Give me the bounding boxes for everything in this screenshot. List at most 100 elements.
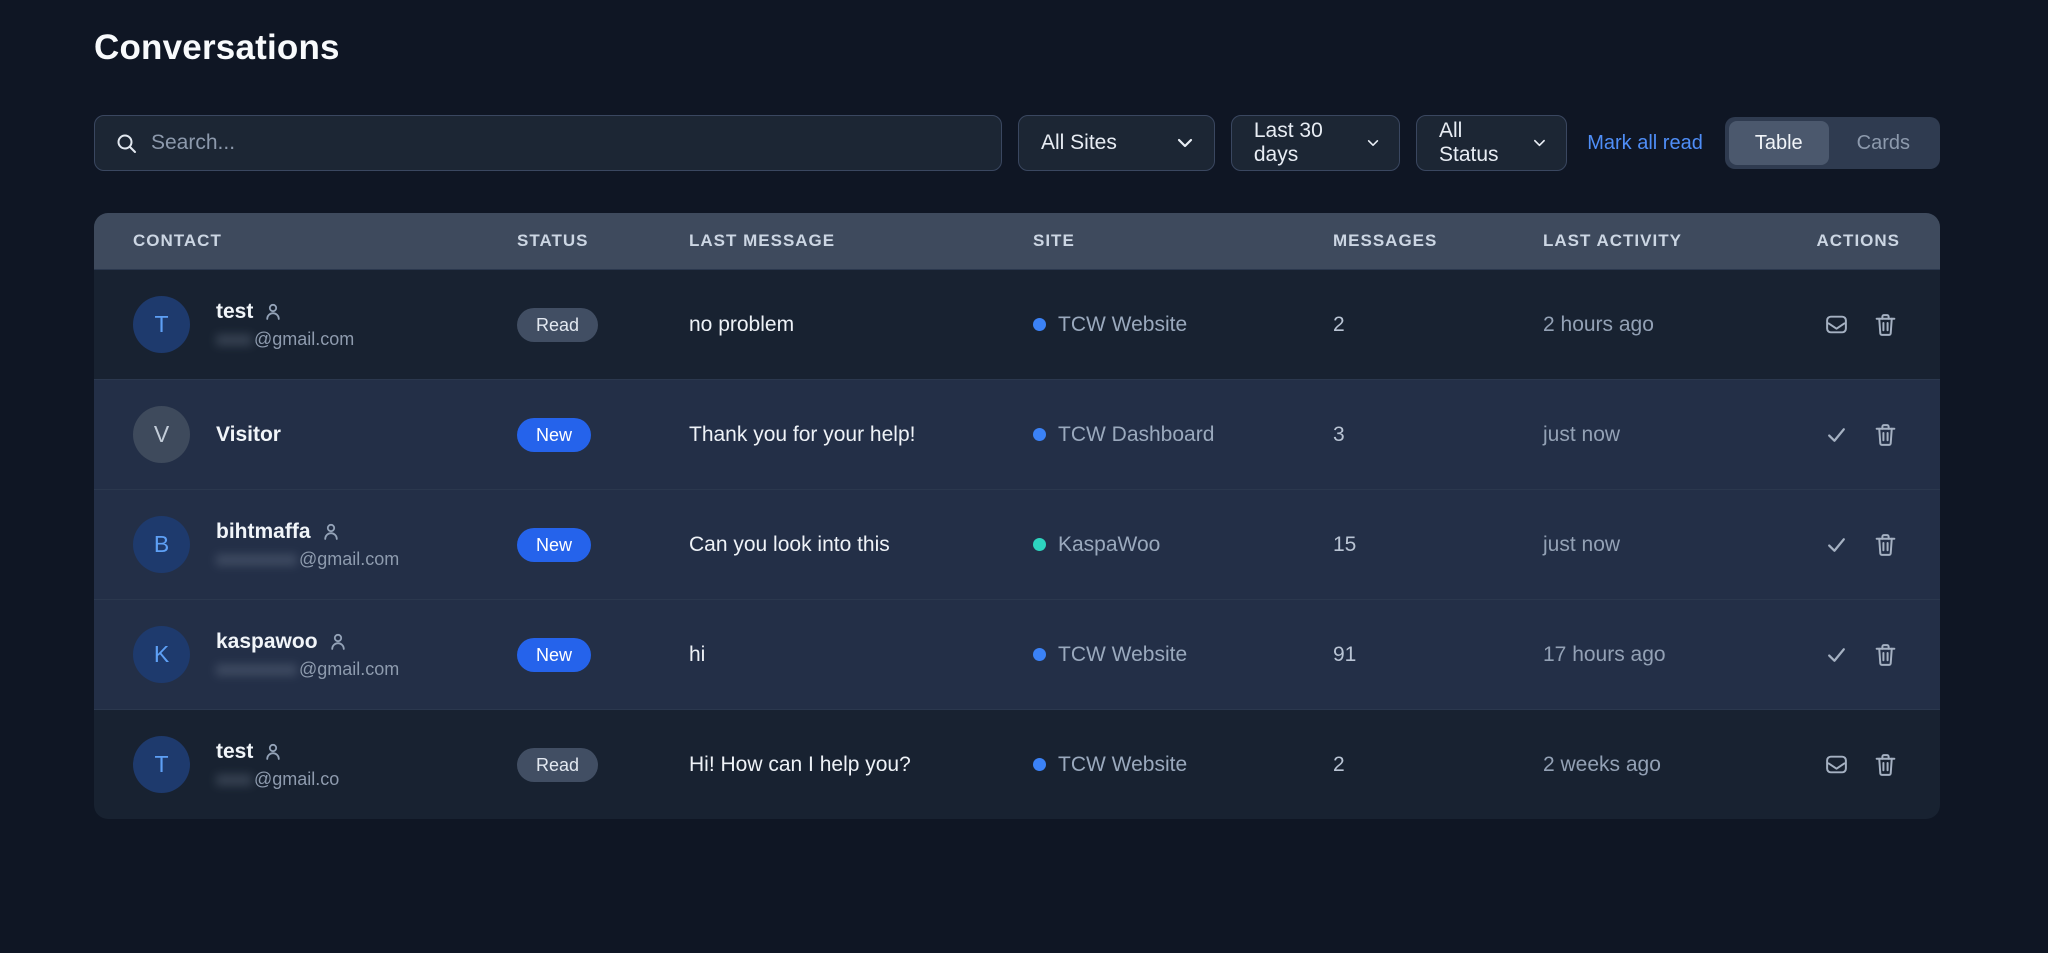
last-message: Can you look into this — [689, 533, 1033, 557]
last-activity: just now — [1543, 533, 1791, 557]
contact-name: kaspawoo — [216, 630, 318, 654]
sites-filter-dropdown[interactable]: All Sites — [1018, 115, 1215, 171]
mark-all-read-link[interactable]: Mark all read — [1583, 132, 1709, 155]
site-name: TCW Dashboard — [1058, 423, 1214, 447]
message-count: 2 — [1333, 313, 1543, 337]
person-icon — [263, 742, 283, 762]
email-domain: @gmail.co — [254, 769, 339, 790]
table-row[interactable]: B bihtmaffa xxxxxxxxx@gmail.com New Can … — [94, 489, 1940, 599]
email-redacted: xxxxxxxxx — [216, 659, 297, 680]
chevron-down-icon — [1174, 132, 1196, 154]
site-name: TCW Website — [1058, 753, 1187, 777]
chevron-down-icon — [1365, 132, 1381, 154]
avatar: T — [133, 296, 190, 353]
message-count: 3 — [1333, 423, 1543, 447]
delete-button[interactable] — [1871, 310, 1900, 339]
last-activity: 2 hours ago — [1543, 313, 1791, 337]
mark-read-button[interactable] — [1822, 420, 1851, 449]
last-message: Thank you for your help! — [689, 423, 1033, 447]
email-domain: @gmail.com — [299, 659, 399, 680]
contact-email: xxxxxxxxx@gmail.com — [216, 659, 399, 680]
email-redacted: xxxx — [216, 769, 252, 790]
person-icon — [263, 302, 283, 322]
date-filter-value: Last 30 days — [1254, 119, 1341, 167]
delete-button[interactable] — [1871, 640, 1900, 669]
contact-name: Visitor — [216, 423, 281, 447]
person-icon — [328, 632, 348, 652]
mark-read-button[interactable] — [1822, 530, 1851, 559]
contact-email: xxxx@gmail.co — [216, 769, 339, 790]
contact-email: xxxx@gmail.com — [216, 329, 354, 350]
avatar-initial: V — [154, 421, 169, 448]
site-status-dot — [1033, 538, 1046, 551]
table-row[interactable]: K kaspawoo xxxxxxxxx@gmail.com New hi TC… — [94, 599, 1940, 709]
column-header-actions: Actions — [1791, 231, 1900, 251]
column-header-contact: Contact — [133, 231, 517, 251]
contact-name: test — [216, 740, 253, 764]
site-status-dot — [1033, 648, 1046, 661]
mark-read-button[interactable] — [1822, 640, 1851, 669]
table-row[interactable]: T test xxxx@gmail.co Read Hi! How can I … — [94, 709, 1940, 819]
site-status-dot — [1033, 428, 1046, 441]
column-header-status: Status — [517, 231, 689, 251]
conversations-table: Contact Status Last Message Site Message… — [94, 213, 1940, 819]
site-name: TCW Website — [1058, 313, 1187, 337]
status-badge: New — [517, 418, 591, 452]
column-header-last-activity: Last Activity — [1543, 231, 1791, 251]
search-input[interactable] — [151, 131, 981, 155]
avatar-initial: T — [154, 311, 168, 338]
status-badge: New — [517, 638, 591, 672]
last-activity: 2 weeks ago — [1543, 753, 1791, 777]
site-status-dot — [1033, 758, 1046, 771]
last-message: hi — [689, 643, 1033, 667]
avatar-initial: B — [154, 531, 169, 558]
table-row[interactable]: T test xxxx@gmail.com Read no problem TC… — [94, 269, 1940, 379]
contact-name: test — [216, 300, 253, 324]
conversations-page: Conversations All Sites Last 30 days All… — [0, 0, 2048, 953]
date-filter-dropdown[interactable]: Last 30 days — [1231, 115, 1400, 171]
column-header-messages: Messages — [1333, 231, 1543, 251]
search-icon — [115, 132, 137, 154]
email-redacted: xxxx — [216, 329, 252, 350]
column-header-site: Site — [1033, 231, 1333, 251]
view-toggle: Table Cards — [1725, 117, 1940, 169]
delete-button[interactable] — [1871, 530, 1900, 559]
status-badge: Read — [517, 748, 598, 782]
status-filter-dropdown[interactable]: All Status — [1416, 115, 1567, 171]
last-activity: 17 hours ago — [1543, 643, 1791, 667]
email-redacted: xxxxxxxxx — [216, 549, 297, 570]
mark-unread-button[interactable] — [1822, 310, 1851, 339]
message-count: 2 — [1333, 753, 1543, 777]
status-badge: New — [517, 528, 591, 562]
site-status-dot — [1033, 318, 1046, 331]
table-view-button[interactable]: Table — [1729, 121, 1829, 165]
person-icon — [321, 522, 341, 542]
status-badge: Read — [517, 308, 598, 342]
avatar: T — [133, 736, 190, 793]
site-name: TCW Website — [1058, 643, 1187, 667]
last-message: Hi! How can I help you? — [689, 753, 1033, 777]
site-name: KaspaWoo — [1058, 533, 1160, 557]
last-activity: just now — [1543, 423, 1791, 447]
email-domain: @gmail.com — [254, 329, 354, 350]
filter-bar: All Sites Last 30 days All Status Mark a… — [94, 115, 1940, 171]
sites-filter-value: All Sites — [1041, 131, 1117, 155]
last-message: no problem — [689, 313, 1033, 337]
contact-email: xxxxxxxxx@gmail.com — [216, 549, 399, 570]
table-row[interactable]: V Visitor New Thank you for your help! T… — [94, 379, 1940, 489]
avatar: B — [133, 516, 190, 573]
delete-button[interactable] — [1871, 750, 1900, 779]
delete-button[interactable] — [1871, 420, 1900, 449]
avatar: V — [133, 406, 190, 463]
search-box[interactable] — [94, 115, 1002, 171]
message-count: 15 — [1333, 533, 1543, 557]
table-header: Contact Status Last Message Site Message… — [94, 213, 1940, 269]
chevron-down-icon — [1531, 132, 1548, 154]
cards-view-button[interactable]: Cards — [1831, 121, 1936, 165]
avatar-initial: T — [154, 751, 168, 778]
column-header-last-message: Last Message — [689, 231, 1033, 251]
mark-unread-button[interactable] — [1822, 750, 1851, 779]
email-domain: @gmail.com — [299, 549, 399, 570]
contact-name: bihtmaffa — [216, 520, 311, 544]
avatar-initial: K — [154, 641, 169, 668]
